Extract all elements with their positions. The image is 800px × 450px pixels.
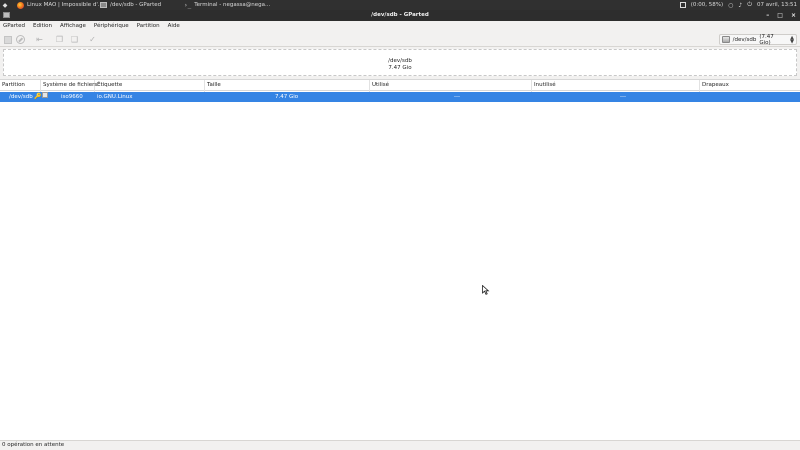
toolbar: ⇤ ❐ ❑ ✓ /dev/sdb (7.47 Gio) ▲ ▼ xyxy=(0,32,800,47)
resize-move-icon[interactable]: ⇤ xyxy=(35,35,44,44)
column-header-used[interactable]: Utilisé xyxy=(370,80,532,92)
visualizer-size: 7.47 Gio xyxy=(388,65,412,71)
menu-edition[interactable]: Edition xyxy=(33,21,52,32)
disk-icon xyxy=(722,36,730,43)
cell-filesystem: iso9660 xyxy=(61,94,83,100)
menu-peripherique[interactable]: Périphérique xyxy=(94,21,129,32)
system-tray: (0:00, 58%) ○ ♪ ⏻ 07 avril, 13:51 xyxy=(679,0,800,10)
battery-status[interactable]: (0:00, 58%) xyxy=(691,2,723,8)
battery-icon[interactable] xyxy=(679,2,686,8)
whisker-menu-icon[interactable]: ◆ xyxy=(0,0,10,10)
column-header-partition[interactable]: Partition xyxy=(0,80,41,92)
terminal-icon: ›_ xyxy=(184,1,192,9)
copy-icon[interactable]: ❐ xyxy=(55,35,64,44)
table-row[interactable]: /dev/sdb 🔑 iso9660 io.GNU.Linux 7.47 Gio… xyxy=(0,92,800,102)
top-panel: ◆ Linux MAO | Impossible d'... /dev/sdb … xyxy=(0,0,800,10)
device-selector[interactable]: /dev/sdb (7.47 Gio) ▲ ▼ xyxy=(719,33,797,46)
status-bar: 0 opération en attente xyxy=(0,440,800,450)
table-header: Partition Système de fichiers Étiquette … xyxy=(0,79,800,92)
taskbar-item-firefox[interactable]: Linux MAO | Impossible d'... xyxy=(14,0,106,10)
partition-graphic[interactable]: /dev/sdb 7.47 Gio xyxy=(3,49,797,76)
taskbar-item-label: Linux MAO | Impossible d'... xyxy=(27,2,104,8)
volume-icon[interactable]: ♪ xyxy=(738,2,742,9)
menu-affichage[interactable]: Affichage xyxy=(60,21,86,32)
paste-icon[interactable]: ❑ xyxy=(70,35,79,44)
close-icon[interactable]: × xyxy=(791,12,796,19)
column-header-label[interactable]: Étiquette xyxy=(95,80,205,92)
device-selector-name: /dev/sdb xyxy=(732,36,757,43)
minimize-icon[interactable]: – xyxy=(766,12,769,19)
cell-label: io.GNU.Linux xyxy=(97,94,133,100)
menubar: GParted Edition Affichage Périphérique P… xyxy=(0,21,800,32)
apply-checkmark-icon[interactable]: ✓ xyxy=(88,35,97,44)
power-icon[interactable]: ⏻ xyxy=(747,1,752,9)
menu-aide[interactable]: Aide xyxy=(168,21,180,32)
column-header-size[interactable]: Taille xyxy=(205,80,370,92)
gparted-icon xyxy=(100,2,107,8)
menu-gparted[interactable]: GParted xyxy=(3,21,25,32)
device-selector-size: (7.47 Gio) xyxy=(759,33,774,46)
cell-unused: --- xyxy=(620,94,626,100)
cell-used: --- xyxy=(454,94,460,100)
window-titlebar[interactable]: /dev/sdb - GParted – □ × xyxy=(0,10,800,21)
visualizer-device: /dev/sdb xyxy=(388,58,412,64)
taskbar-item-label: Terminal - negassa@nega... xyxy=(194,2,271,8)
taskbar-item-label: /dev/sdb - GParted xyxy=(110,2,162,8)
wifi-icon[interactable]: ○ xyxy=(728,2,733,9)
partition-table: Partition Système de fichiers Étiquette … xyxy=(0,79,800,439)
cell-partition: /dev/sdb xyxy=(9,94,33,100)
column-header-filesystem[interactable]: Système de fichiers xyxy=(41,80,97,92)
filesystem-color-swatch xyxy=(42,92,48,98)
column-header-flags[interactable]: Drapeaux xyxy=(700,80,800,92)
maximize-icon[interactable]: □ xyxy=(777,12,783,19)
column-header-unused[interactable]: Inutilisé xyxy=(532,80,700,92)
clock[interactable]: 07 avril, 13:51 xyxy=(757,2,797,8)
menu-partition[interactable]: Partition xyxy=(137,21,160,32)
window-title: /dev/sdb - GParted xyxy=(371,12,429,18)
taskbar-item-terminal[interactable]: ›_ Terminal - negassa@nega... xyxy=(181,0,273,10)
delete-partition-icon[interactable] xyxy=(16,35,25,44)
cell-size: 7.47 Gio xyxy=(275,94,299,100)
taskbar-item-gparted[interactable]: /dev/sdb - GParted xyxy=(97,0,164,10)
firefox-icon xyxy=(17,1,24,9)
updown-arrows-icon: ▲ ▼ xyxy=(790,34,794,45)
key-icon: 🔑 xyxy=(34,93,42,100)
partition-visualizer: /dev/sdb 7.47 Gio xyxy=(0,47,800,79)
window-controls: – □ × xyxy=(766,10,796,21)
new-partition-icon[interactable] xyxy=(4,36,12,44)
